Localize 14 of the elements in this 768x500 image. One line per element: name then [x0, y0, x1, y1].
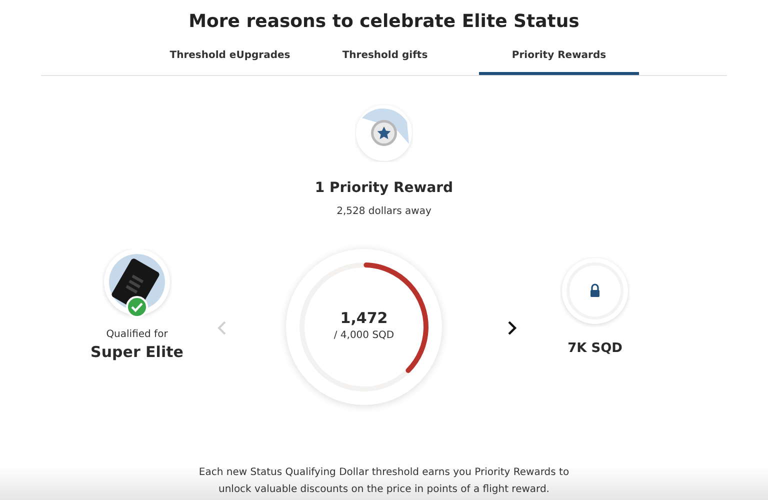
reward-count: 1 Priority Reward — [314, 179, 454, 197]
progress-target: / 4,000 SQD — [334, 329, 394, 343]
progress-value: 1,472 — [340, 309, 388, 327]
description-text: Each new Status Qualifying Dollar threshold earns you Priority Rewards to unlock valuable discounts on the price in points of a flight reward. — [198, 466, 570, 497]
tier-name: Super Elite — [90, 343, 184, 362]
next-tier-label: 7K SQD — [568, 340, 622, 357]
chevron-right-icon — [507, 321, 517, 335]
tab[interactable]: Threshold gifts — [305, 48, 465, 75]
tab[interactable]: Priority Rewards — [479, 48, 639, 75]
page-title: More reasons to celebrate Elite Status — [188, 10, 580, 34]
tier-caption: Qualified for — [106, 328, 168, 341]
chevron-left-icon — [217, 321, 227, 335]
tab[interactable]: Threshold eUpgrades — [165, 48, 295, 75]
distance-text: 2,528 dollars away — [336, 205, 432, 219]
